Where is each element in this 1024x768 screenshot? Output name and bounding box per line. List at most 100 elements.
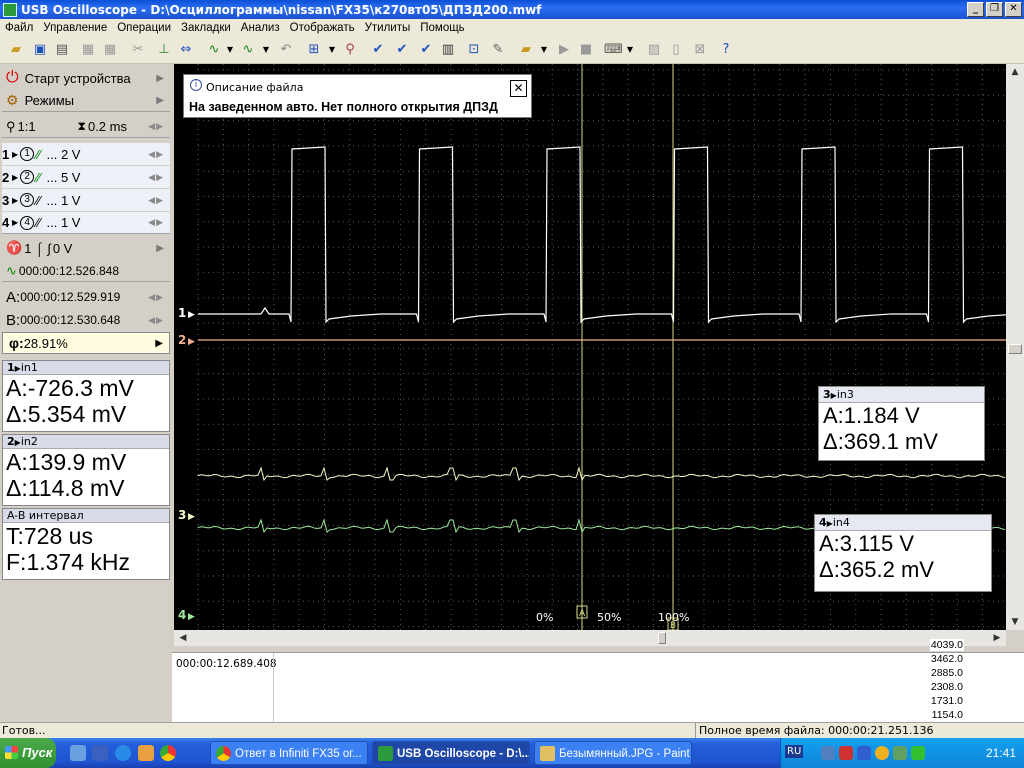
channel-2-row[interactable]: 2 ▶ 2 ∕∕ ... 5 V ◀▶ — [2, 166, 170, 188]
info-icon: i — [190, 79, 202, 91]
adjust-arrows-icon[interactable]: ◀▶ — [148, 172, 164, 183]
trigger-row[interactable]: ♈ 1 ⌠ ∫ 0 V ▶ — [2, 237, 170, 259]
meas-a: A:139.9 mV — [6, 449, 127, 475]
dropdown-arrow2-icon[interactable]: ▼ — [258, 42, 274, 58]
page-icon[interactable]: ▯ — [668, 42, 684, 58]
bottom-timeline[interactable]: 000:00:12.689.408 4039.0 3462.0 2885.0 2… — [172, 639, 1024, 723]
desktop-icon[interactable] — [70, 745, 86, 761]
print-icon[interactable]: ▤ — [54, 42, 70, 58]
marker-ch2[interactable]: 2 — [178, 333, 186, 347]
marker-ch1[interactable]: 1 — [178, 306, 186, 320]
start-device-row[interactable]: ⏻ Старт устройства ▶ — [2, 67, 170, 89]
help-icon[interactable]: ? — [718, 42, 734, 58]
marker-ch4[interactable]: 4 — [178, 608, 186, 622]
save-icon[interactable]: ▣ — [32, 42, 48, 58]
phase-row[interactable]: φ: 28.91% ▶ — [2, 332, 170, 354]
undo-icon[interactable]: ↶ — [278, 42, 294, 58]
marker-ch3[interactable]: 3 — [178, 508, 186, 522]
vertical-scrollbar[interactable]: ▲ ▼ — [1006, 64, 1024, 630]
task-oscilloscope[interactable]: USB Oscilloscope - D:\... — [372, 741, 530, 765]
folder-icon[interactable] — [138, 745, 154, 761]
percent-50: 50% — [597, 611, 621, 624]
modes-row[interactable]: ⚙ Режимы ▶ — [2, 90, 170, 112]
signal-icon[interactable]: ∿ — [206, 42, 222, 58]
save-disk-icon[interactable] — [92, 745, 108, 761]
close-icon[interactable]: ✕ — [510, 80, 527, 97]
check-icon[interactable]: ✔ — [370, 42, 386, 58]
chrome-icon[interactable] — [160, 745, 176, 761]
close-button[interactable]: ✕ — [1005, 2, 1022, 17]
dropdown-arrow5-icon[interactable]: ▼ — [622, 42, 638, 58]
chart-icon[interactable]: ▨ — [646, 42, 662, 58]
antivirus-icon[interactable] — [839, 746, 853, 760]
task-browser[interactable]: Ответ в Infiniti FX35 ог... — [210, 741, 368, 765]
zoom-icon[interactable]: ⊞ — [306, 42, 322, 58]
copy-icon[interactable]: ▦ — [80, 42, 96, 58]
menu-analysis[interactable]: Анализ — [236, 22, 285, 34]
cut-icon[interactable]: ✂ — [130, 42, 146, 58]
scroll-up-icon[interactable]: ▲ — [1006, 64, 1024, 80]
menu-bookmarks[interactable]: Закладки — [176, 22, 236, 34]
language-indicator[interactable]: RU — [785, 745, 804, 758]
maximize-button[interactable]: ❐ — [986, 2, 1003, 17]
scroll-down-icon[interactable]: ▼ — [1006, 614, 1024, 630]
cursor-b-row[interactable]: B: 000:00:12.530.648 ◀▶ — [2, 309, 170, 331]
cursor-tool-icon[interactable]: ⇔ — [178, 42, 194, 58]
notes-icon[interactable]: ▥ — [440, 42, 456, 58]
network-icon[interactable] — [821, 746, 835, 760]
open-folder-icon[interactable]: ▰ — [8, 42, 24, 58]
info-box-in3[interactable]: 3▶in3 A:1.184 V Δ:369.1 mV — [818, 386, 985, 461]
dropdown-arrow3-icon[interactable]: ▼ — [324, 42, 340, 58]
scroll-left-icon[interactable]: ◀ — [174, 630, 192, 646]
adjust-arrows-icon[interactable]: ◀▶ — [148, 121, 164, 132]
app-icon — [3, 2, 17, 17]
folder-arrow-icon[interactable]: ▰ — [518, 42, 534, 58]
keyboard-icon[interactable]: ⌨ — [604, 42, 623, 58]
adjust-arrows-icon[interactable]: ◀▶ — [148, 217, 164, 228]
dropdown-arrow-icon[interactable]: ▼ — [222, 42, 238, 58]
arrow-icon: ▶ — [12, 172, 19, 182]
stop-icon[interactable]: ■ — [578, 42, 594, 58]
channel-3-row[interactable]: 3 ▶ 3 ∕∕ ... 1 V ◀▶ — [2, 189, 170, 211]
horizontal-scroll-thumb[interactable] — [658, 632, 666, 644]
adjust-arrows-icon[interactable]: ◀▶ — [148, 149, 164, 160]
delete-icon[interactable]: ⊠ — [692, 42, 708, 58]
cursor-a-row[interactable]: A: 000:00:12.529.919 ◀▶ — [2, 286, 170, 308]
grid-icon[interactable]: ⊡ — [466, 42, 482, 58]
info-box-in4[interactable]: 4▶in4 A:3.115 V Δ:365.2 mV — [814, 514, 992, 592]
brush-icon[interactable]: ✎ — [490, 42, 506, 58]
modes-icon: ⚙ — [6, 92, 19, 108]
menu-file[interactable]: Файл — [0, 22, 38, 34]
minimize-button[interactable]: _ — [967, 2, 984, 17]
vertical-scroll-thumb[interactable] — [1008, 344, 1022, 354]
cursor-a-label: A: — [6, 288, 21, 306]
menu-help[interactable]: Помощь — [415, 22, 469, 34]
timebase-value: 0.2 ms — [87, 119, 127, 134]
channel-4-row[interactable]: 4 ▶ 4 ∕∕ ... 1 V ◀▶ — [2, 212, 170, 234]
measure-icon[interactable]: ⊥ — [156, 42, 172, 58]
status-icon[interactable] — [911, 746, 925, 760]
menu-utilities[interactable]: Утилиты — [360, 22, 416, 34]
menu-control[interactable]: Управление — [38, 22, 112, 34]
usb-icon[interactable] — [893, 746, 907, 760]
paste-icon[interactable]: ▦ — [102, 42, 118, 58]
adjust-arrows-icon[interactable]: ◀▶ — [148, 292, 164, 303]
dropdown-arrow4-icon[interactable]: ▼ — [536, 42, 552, 58]
update-icon[interactable] — [875, 746, 889, 760]
signal2-icon[interactable]: ∿ — [240, 42, 256, 58]
record-icon[interactable]: ▶ — [556, 42, 572, 58]
scroll-right-icon[interactable]: ▶ — [988, 630, 1006, 646]
task-paint[interactable]: Безымянный.JPG - Paint — [534, 741, 692, 765]
bluetooth-icon[interactable] — [857, 746, 871, 760]
check-all-icon[interactable]: ✔ — [418, 42, 434, 58]
check-double-icon[interactable]: ✔ — [394, 42, 410, 58]
menu-operations[interactable]: Операции — [112, 22, 176, 34]
adjust-arrows-icon[interactable]: ◀▶ — [148, 195, 164, 206]
channel-1-row[interactable]: 1 ▶ 1 ∕∕ ... 2 V ◀▶ — [2, 143, 170, 165]
adjust-arrows-icon[interactable]: ◀▶ — [148, 315, 164, 326]
pin-icon[interactable]: ⚲ — [342, 42, 358, 58]
zoom-row[interactable]: ⚲ 1:1 ⧗ 0.2 ms ◀▶ — [2, 116, 170, 138]
ie-icon[interactable] — [115, 745, 131, 761]
menu-view[interactable]: Отображать — [285, 22, 360, 34]
start-button[interactable]: Пуск — [0, 738, 56, 768]
